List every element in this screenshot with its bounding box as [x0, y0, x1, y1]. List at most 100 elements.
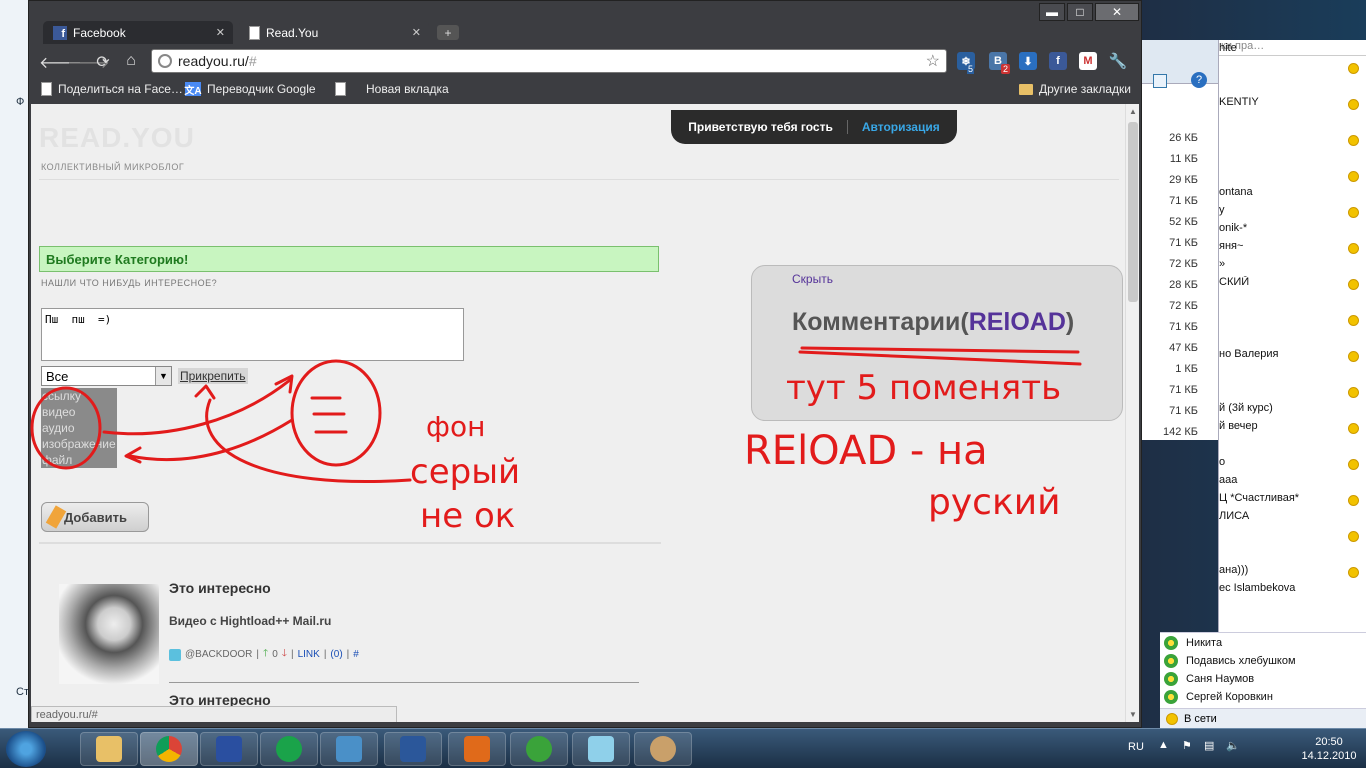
reload-comments-link[interactable]: RElOAD — [969, 308, 1066, 336]
post-author[interactable]: @BACKDOOR — [185, 649, 252, 660]
contact-item[interactable]: KENTIY — [1219, 96, 1366, 114]
forward-icon[interactable]: 🡒 — [67, 52, 110, 73]
bookmark-share-facebook[interactable]: Поделиться на Face… — [41, 82, 183, 96]
wrench-icon[interactable]: 🔧 — [1109, 52, 1128, 70]
taskbar-paint[interactable] — [634, 732, 692, 766]
contact-item[interactable] — [1219, 114, 1366, 132]
close-button[interactable]: ✕ — [1095, 3, 1139, 21]
attach-option[interactable]: аудио — [41, 420, 117, 436]
contact-item[interactable]: ec Islambekova — [1219, 582, 1366, 600]
contact-item[interactable] — [1219, 132, 1366, 150]
contact-item[interactable]: яня~ — [1219, 240, 1366, 258]
taskbar-app[interactable] — [260, 732, 318, 766]
maximize-button[interactable]: □ — [1067, 3, 1093, 21]
contact-item[interactable]: но Валерия — [1219, 348, 1366, 366]
contact-item[interactable]: hite — [1219, 42, 1366, 60]
show-hidden-icons[interactable]: ▲ — [1158, 739, 1169, 751]
login-link[interactable]: Авторизация — [862, 120, 940, 134]
clock[interactable]: 20:50 14.12.2010 — [1294, 735, 1364, 763]
post-thumbnail[interactable] — [59, 584, 159, 684]
contact-item[interactable] — [1219, 384, 1366, 402]
facebook-extension-icon[interactable]: f — [1049, 52, 1067, 70]
taskbar-photos[interactable] — [320, 732, 378, 766]
scrollbar-thumb[interactable] — [1128, 122, 1138, 302]
post-textarea[interactable]: Пш пш =) — [41, 308, 464, 361]
attach-option[interactable]: видео — [41, 404, 117, 420]
contact-item[interactable] — [1219, 150, 1366, 168]
contact-item[interactable] — [1219, 438, 1366, 456]
bookmark-google-translate[interactable]: 文A Переводчик Google — [184, 82, 316, 97]
other-bookmarks[interactable]: Другие закладки — [1019, 82, 1131, 96]
attach-option[interactable]: файл — [41, 452, 117, 468]
site-logo[interactable]: READ.YOU — [39, 122, 195, 154]
flag-icon[interactable]: ⚑ — [1182, 739, 1192, 752]
contact-item[interactable]: ЛИСА — [1219, 510, 1366, 528]
contact-item[interactable]: ontana — [1219, 186, 1366, 204]
contact-item[interactable] — [1219, 168, 1366, 186]
taskbar-cpp[interactable] — [200, 732, 258, 766]
page-scrollbar[interactable]: ▲ ▼ — [1125, 104, 1139, 722]
address-bar[interactable]: readyou.ru/# ☆ — [151, 49, 947, 73]
contact-item[interactable] — [1219, 312, 1366, 330]
contact-item[interactable]: о — [1219, 456, 1366, 474]
tab-readyou[interactable]: Read.You ✕ — [239, 21, 429, 44]
chevron-down-icon[interactable]: ▼ — [155, 367, 171, 385]
attach-option[interactable]: ссылку — [41, 388, 117, 404]
taskbar-explorer[interactable] — [80, 732, 138, 766]
post-link[interactable]: LINK — [298, 649, 320, 660]
vote-up-icon[interactable]: 🡑 — [263, 646, 268, 663]
home-icon[interactable]: ⌂ — [121, 52, 141, 70]
post-title[interactable]: Это интересно — [169, 580, 271, 596]
close-tab-icon[interactable]: ✕ — [412, 26, 421, 39]
contact-item[interactable]: Ц *Счастливая* — [1219, 492, 1366, 510]
attach-button[interactable]: Прикрепить — [178, 368, 248, 384]
start-button[interactable] — [6, 731, 46, 767]
view-icon[interactable] — [1153, 74, 1167, 88]
contact-item[interactable] — [1219, 546, 1366, 564]
contact-item[interactable]: y — [1219, 204, 1366, 222]
contact-item[interactable] — [1219, 528, 1366, 546]
language-indicator[interactable]: RU — [1128, 741, 1144, 753]
icq-status-bar[interactable]: В сети — [1160, 708, 1366, 728]
scroll-up-icon[interactable]: ▲ — [1129, 107, 1137, 116]
hide-comments-link[interactable]: Скрыть — [792, 272, 833, 286]
taskbar-icq[interactable] — [510, 732, 568, 766]
taskbar-chrome[interactable] — [140, 732, 198, 766]
online-contact[interactable]: Подавись хлебушком — [1164, 652, 1296, 670]
bookmark-new-tab[interactable]: Новая вкладка — [335, 82, 449, 96]
contact-item[interactable] — [1219, 366, 1366, 384]
contact-item[interactable]: aaa — [1219, 474, 1366, 492]
bookmark-star-icon[interactable]: ☆ — [926, 51, 940, 71]
contact-item[interactable] — [1219, 294, 1366, 312]
tab-facebook[interactable]: f Facebook ✕ — [43, 21, 233, 44]
permalink[interactable]: # — [353, 649, 359, 660]
add-post-button[interactable]: Добавить — [41, 502, 149, 532]
category-select[interactable]: Все ▼ — [41, 366, 172, 386]
taskbar-app2[interactable] — [448, 732, 506, 766]
taskbar-word[interactable] — [384, 732, 442, 766]
contact-item[interactable] — [1219, 330, 1366, 348]
category-prompt[interactable]: Выберите Категорию! — [39, 246, 659, 272]
close-tab-icon[interactable]: ✕ — [216, 26, 225, 39]
gmail-icon[interactable]: M — [1079, 52, 1097, 70]
contact-item[interactable]: » — [1219, 258, 1366, 276]
download-icon[interactable]: ⬇ — [1019, 52, 1037, 70]
online-contact[interactable]: Никита — [1164, 634, 1222, 652]
contact-item[interactable]: ана))) — [1219, 564, 1366, 582]
contact-item[interactable] — [1219, 78, 1366, 96]
contact-item[interactable]: onik-* — [1219, 222, 1366, 240]
minimize-button[interactable]: ▬ — [1039, 3, 1065, 21]
online-contact[interactable]: Саня Наумов — [1164, 670, 1254, 688]
new-tab-button[interactable]: + — [437, 25, 459, 40]
vote-down-icon[interactable]: 🡓 — [282, 646, 287, 663]
contact-item[interactable] — [1219, 60, 1366, 78]
reload-icon[interactable]: ⟳ — [93, 52, 113, 72]
comment-count[interactable]: (0) — [330, 649, 342, 660]
back-icon[interactable]: 🡐 — [39, 52, 82, 73]
network-icon[interactable]: ▤ — [1204, 739, 1214, 752]
contact-item[interactable]: й (3й курс) — [1219, 402, 1366, 420]
help-icon[interactable]: ? — [1191, 72, 1207, 88]
contact-item[interactable]: СКИЙ — [1219, 276, 1366, 294]
contact-item[interactable]: й вечер — [1219, 420, 1366, 438]
taskbar-app3[interactable] — [572, 732, 630, 766]
